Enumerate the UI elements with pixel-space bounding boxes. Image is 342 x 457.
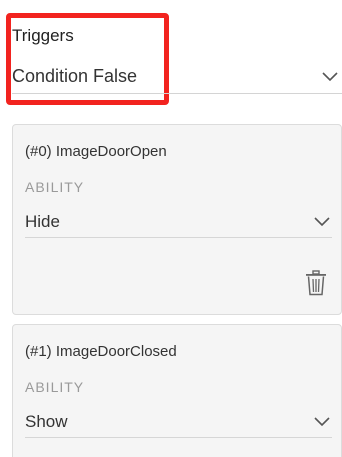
ability-dropdown[interactable]: Hide <box>25 210 332 238</box>
action-card: (#0) ImageDoorOpen ABILITY Hide <box>12 124 342 315</box>
trash-icon[interactable] <box>305 270 327 296</box>
ability-label: ABILITY <box>25 379 85 395</box>
chevron-down-icon <box>314 417 330 427</box>
triggers-label: Triggers <box>12 26 74 45</box>
ability-dropdown[interactable]: Show <box>25 410 332 438</box>
action-title: (#1) ImageDoorClosed <box>25 343 177 360</box>
action-title: (#0) ImageDoorOpen <box>25 143 167 160</box>
chevron-down-icon <box>322 72 338 82</box>
trigger-condition-dropdown[interactable]: Condition False <box>12 64 342 94</box>
ability-label: ABILITY <box>25 179 85 195</box>
ability-value: Hide <box>25 212 60 231</box>
action-card: (#1) ImageDoorClosed ABILITY Show <box>12 324 342 457</box>
trigger-condition-value: Condition False <box>12 66 138 86</box>
trigger-editor-panel: Triggers Condition False (#0) ImageDoorO… <box>0 0 342 457</box>
ability-value: Show <box>25 412 68 431</box>
chevron-down-icon <box>314 217 330 227</box>
